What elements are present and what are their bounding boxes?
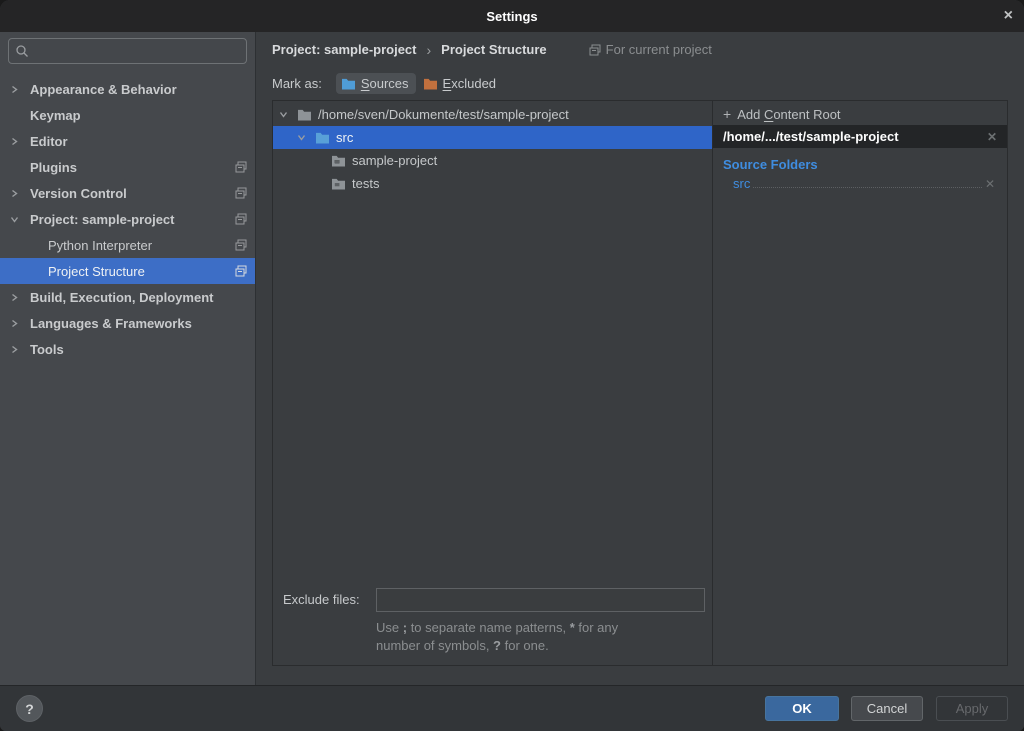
sidebar-item-label: Tools (30, 342, 247, 357)
current-project-badge-icon (235, 213, 247, 225)
mark-as-excluded-button[interactable]: Excluded (418, 73, 503, 94)
current-project-badge-icon (589, 44, 601, 56)
sidebar-item-label: Python Interpreter (48, 238, 229, 253)
tree-row-label: sample-project (352, 153, 437, 168)
settings-search-box[interactable] (8, 38, 247, 64)
directory-tree: /home/sven/Dokumente/test/sample-project… (273, 101, 713, 665)
chevron-right-icon (10, 319, 30, 328)
breadcrumb: Project: sample-project › Project Struct… (272, 32, 1008, 67)
current-project-badge-icon (235, 265, 247, 277)
exclude-files-input[interactable] (376, 588, 705, 612)
sidebar-item-label: Appearance & Behavior (30, 82, 247, 97)
sources-folder-icon (341, 77, 356, 90)
source-folders-heading: Source Folders (723, 157, 1007, 172)
dialog-footer: ? OK Cancel Apply (0, 685, 1024, 731)
tree-row-tests[interactable]: tests (273, 172, 712, 195)
sidebar-item-label: Plugins (30, 160, 229, 175)
project-structure-page: Project: sample-project › Project Struct… (256, 32, 1024, 685)
sidebar-item-editor[interactable]: Editor (0, 128, 255, 154)
remove-source-folder-icon[interactable]: ✕ (985, 177, 995, 191)
apply-button[interactable]: Apply (936, 696, 1008, 721)
plus-icon: + (723, 106, 731, 122)
sidebar-item-build-execution-deployment[interactable]: Build, Execution, Deployment (0, 284, 255, 310)
tree-row-src[interactable]: src (273, 126, 712, 149)
current-project-badge-icon (235, 161, 247, 173)
breadcrumb-project: Project: sample-project (272, 42, 417, 57)
current-project-badge-icon (235, 187, 247, 199)
help-button[interactable]: ? (16, 695, 43, 722)
chevron-right-icon (10, 189, 30, 198)
source-folder-name: src (733, 176, 750, 191)
tree-row-label: src (336, 130, 353, 145)
current-project-badge-icon (235, 239, 247, 251)
sidebar-item-project-structure[interactable]: Project Structure (0, 258, 255, 284)
breadcrumb-separator: › (427, 42, 432, 58)
sidebar-item-label: Languages & Frameworks (30, 316, 247, 331)
sidebar-item-python-interpreter[interactable]: Python Interpreter (0, 232, 255, 258)
mark-as-sources-button[interactable]: Sources (336, 73, 416, 94)
sidebar-item-label: Editor (30, 134, 247, 149)
title-bar: Settings × (0, 0, 1024, 32)
sidebar-item-project-sample-project[interactable]: Project: sample-project (0, 206, 255, 232)
for-current-project-note: For current project (589, 42, 712, 57)
cancel-button[interactable]: Cancel (851, 696, 923, 721)
sidebar-item-keymap[interactable]: Keymap (0, 102, 255, 128)
tree-row-label: tests (352, 176, 379, 191)
chevron-right-icon (10, 137, 30, 146)
chevron-down-icon[interactable] (297, 133, 315, 142)
content-root-details: + Add Content Root /home/.../test/sample… (713, 101, 1007, 665)
chevron-right-icon (10, 345, 30, 354)
tree-row-sample-project[interactable]: sample-project (273, 149, 712, 172)
search-input[interactable] (34, 44, 240, 59)
sidebar-item-version-control[interactable]: Version Control (0, 180, 255, 206)
chevron-down-icon[interactable] (279, 110, 297, 119)
tree-row-label: /home/sven/Dokumente/test/sample-project (318, 107, 569, 122)
settings-dialog: Settings × Appearance & Behavior Keymap … (0, 0, 1024, 731)
sidebar-item-plugins[interactable]: Plugins (0, 154, 255, 180)
exclude-files-label: Exclude files: (283, 592, 376, 607)
dotted-leader (753, 187, 982, 188)
settings-sidebar: Appearance & Behavior Keymap Editor Plug… (0, 32, 256, 685)
content-root-row[interactable]: /home/.../test/sample-project ✕ (713, 125, 1007, 148)
content-root-path: /home/.../test/sample-project (723, 129, 899, 144)
source-folder-entry-src[interactable]: src ✕ (733, 176, 995, 191)
content-roots-panel: /home/sven/Dokumente/test/sample-project… (272, 100, 1008, 666)
chevron-down-icon (10, 215, 30, 224)
sidebar-item-languages-frameworks[interactable]: Languages & Frameworks (0, 310, 255, 336)
excluded-folder-icon (423, 77, 438, 90)
ok-button[interactable]: OK (765, 696, 839, 721)
remove-content-root-icon[interactable]: ✕ (987, 130, 997, 144)
sidebar-item-label: Version Control (30, 186, 229, 201)
tree-row-content-root[interactable]: /home/sven/Dokumente/test/sample-project (273, 103, 712, 126)
folder-icon (297, 108, 312, 121)
sidebar-item-label: Keymap (30, 108, 247, 123)
exclude-files-hint: Use ; to separate name patterns, * for a… (376, 619, 706, 655)
sidebar-item-label: Build, Execution, Deployment (30, 290, 247, 305)
exclude-files-section: Exclude files: Use ; to separate name pa… (273, 588, 712, 665)
folder-icon (331, 154, 346, 167)
mark-as-label: Mark as: (272, 76, 322, 91)
mark-as-toolbar: Mark as: Sources Excluded (272, 67, 1008, 100)
chevron-right-icon (10, 85, 30, 94)
sidebar-item-label: Project: sample-project (30, 212, 229, 227)
breadcrumb-page: Project Structure (441, 42, 546, 57)
dialog-title: Settings (486, 9, 537, 24)
source-folder-icon (315, 131, 330, 144)
sidebar-item-label: Project Structure (48, 264, 229, 279)
close-icon[interactable]: × (1004, 0, 1013, 32)
search-icon (15, 44, 29, 58)
sidebar-item-tools[interactable]: Tools (0, 336, 255, 362)
sidebar-item-appearance-behavior[interactable]: Appearance & Behavior (0, 76, 255, 102)
chevron-right-icon (10, 293, 30, 302)
add-content-root-button[interactable]: + Add Content Root (713, 103, 1007, 125)
folder-icon (331, 177, 346, 190)
